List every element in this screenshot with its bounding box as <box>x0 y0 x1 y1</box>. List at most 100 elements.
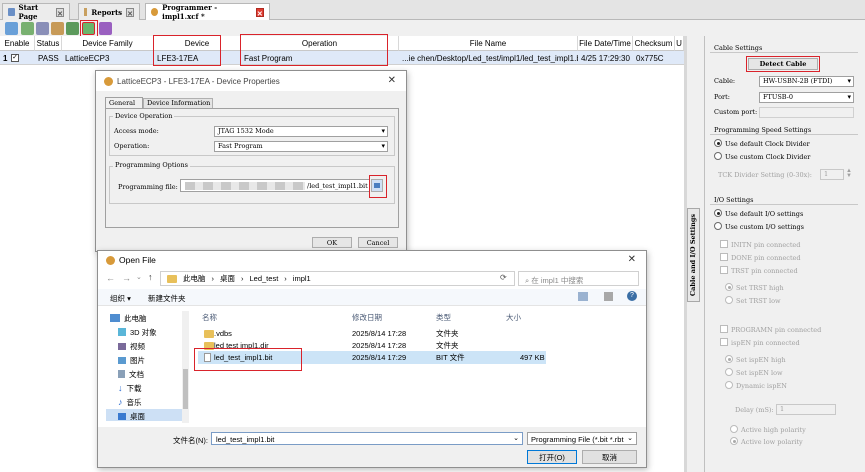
breadcrumb-item[interactable]: 此电脑 <box>183 273 206 284</box>
organize-button[interactable]: 组织 ▾ <box>110 293 131 304</box>
col-device[interactable]: Device <box>154 36 241 51</box>
breadcrumb[interactable]: 此电脑 › 桌面 › Led_test › impl1 <box>160 271 515 286</box>
close-icon[interactable]: ✕ <box>255 7 264 18</box>
radio-active-low[interactable] <box>730 437 738 445</box>
help-icon[interactable]: ? <box>627 291 637 301</box>
radio-ispen-low[interactable] <box>725 368 733 376</box>
device-properties-icon[interactable] <box>82 22 95 35</box>
close-icon[interactable]: ✕ <box>56 7 64 18</box>
breadcrumb-item[interactable]: impl1 <box>293 274 311 283</box>
col-type[interactable]: 类型 <box>436 312 451 323</box>
col-name[interactable]: 名称 <box>202 312 217 323</box>
programmer-icon <box>151 8 159 16</box>
radio-custom-io[interactable] <box>714 222 722 230</box>
cancel-button[interactable]: 取消 <box>582 450 637 464</box>
program-icon[interactable] <box>66 22 79 35</box>
row-file-name[interactable]: ...ie chen/Desktop/Led_test/impl1/led_te… <box>399 52 578 65</box>
new-folder-button[interactable]: 新建文件夹 <box>148 293 186 304</box>
nav-item-3d[interactable]: 3D 对象 <box>106 325 186 339</box>
col-enable[interactable]: Enable <box>0 36 35 51</box>
file-type-select[interactable]: Programming File (*.bit *.rbt ⌄ <box>527 432 637 445</box>
remove-device-icon[interactable] <box>36 22 49 35</box>
ok-button[interactable]: OK <box>312 237 352 248</box>
cancel-button[interactable]: Cancel <box>358 237 398 248</box>
radio-trst-low[interactable] <box>725 296 733 304</box>
programn-checkbox[interactable] <box>720 325 728 333</box>
enable-checkbox[interactable]: ✓ <box>11 54 19 62</box>
edit-device-icon[interactable] <box>51 22 64 35</box>
refresh-icon[interactable]: ⟳ <box>500 273 507 282</box>
preview-pane-icon[interactable] <box>604 292 613 301</box>
radio-dynamic-ispen[interactable] <box>725 381 733 389</box>
breadcrumb-item[interactable]: 桌面 <box>220 273 235 284</box>
operation-select[interactable]: Fast Program <box>214 141 388 152</box>
search-input[interactable]: ⌕ 在 impl1 中搜索 <box>518 271 639 286</box>
spinner-icon[interactable]: ▲ ▼ <box>846 168 852 179</box>
close-icon[interactable]: ✕ <box>126 7 134 18</box>
back-icon[interactable]: ← <box>106 273 115 283</box>
list-item-selected[interactable]: led_test_impl1.bit 2025/8/14 17:29 BIT 文… <box>198 351 546 364</box>
radio-default-io[interactable] <box>714 209 722 217</box>
scan-icon[interactable] <box>5 22 18 35</box>
col-size[interactable]: 大小 <box>506 312 521 323</box>
chevron-down-icon[interactable]: ⌄ <box>136 273 142 281</box>
nav-scrollbar[interactable] <box>182 311 189 423</box>
trst-checkbox[interactable] <box>720 266 728 274</box>
tck-input[interactable]: 1 <box>820 169 844 180</box>
nav-item-video[interactable]: 视频 <box>106 339 186 353</box>
tab-general[interactable]: General <box>105 97 143 108</box>
nav-item-this-pc[interactable]: 此电脑 <box>106 311 186 325</box>
initn-checkbox[interactable] <box>720 240 728 248</box>
tab-cable-io-settings[interactable]: Cable and I/O Settings <box>687 208 700 302</box>
detect-cable-button[interactable]: Detect Cable <box>748 58 818 70</box>
radio-ispen-high[interactable] <box>725 355 733 363</box>
filename-input[interactable]: led_test_impl1.bit ⌄ <box>211 432 523 445</box>
col-checksum[interactable]: Checksum <box>633 36 675 51</box>
lsc-icon[interactable] <box>99 22 112 35</box>
row-device[interactable]: LFE3-17EA <box>154 52 241 65</box>
nav-item-pictures[interactable]: 图片 <box>106 353 186 367</box>
app-icon <box>104 76 113 86</box>
file-list-header: 名称 修改日期 类型 大小 <box>198 311 644 324</box>
cube-icon <box>118 328 126 336</box>
close-icon[interactable]: ✕ <box>628 254 636 265</box>
radio-default-clock[interactable] <box>714 139 722 147</box>
nav-item-desktop[interactable]: 桌面 <box>106 409 186 421</box>
forward-icon[interactable]: → <box>122 273 131 283</box>
open-button[interactable]: 打开(O) <box>527 450 577 464</box>
radio-custom-clock[interactable] <box>714 152 722 160</box>
programming-file-input[interactable]: /led_test_impl1.bit <box>180 179 370 192</box>
col-date[interactable]: 修改日期 <box>352 312 382 323</box>
radio-trst-high[interactable] <box>725 283 733 291</box>
col-operation[interactable]: Operation <box>241 36 399 51</box>
row-operation[interactable]: Fast Program <box>241 52 399 65</box>
col-file-name[interactable]: File Name <box>399 36 578 51</box>
col-file-datetime[interactable]: File Date/Time <box>578 36 633 51</box>
cable-select[interactable]: HW-USBN-2B (FTDI) <box>759 76 854 87</box>
col-status[interactable]: Status <box>35 36 62 51</box>
col-u[interactable]: U <box>675 36 684 51</box>
access-mode-select[interactable]: JTAG 1532 Mode <box>214 126 388 137</box>
custom-port-input[interactable] <box>759 107 854 118</box>
radio-label: Set TRST high <box>736 284 784 292</box>
col-device-family[interactable]: Device Family <box>62 36 154 51</box>
close-icon[interactable]: ✕ <box>388 75 396 86</box>
tab-programmer[interactable]: Programmer - impl1.xcf * ✕ <box>145 3 270 21</box>
nav-item-downloads[interactable]: ↓ 下载 <box>106 381 186 395</box>
tab-reports[interactable]: Reports ✕ <box>78 3 140 20</box>
delay-input[interactable]: 1 <box>776 404 836 415</box>
radio-active-high[interactable] <box>730 425 738 433</box>
radio-label: Set TRST low <box>736 297 781 305</box>
view-icon[interactable] <box>578 292 588 301</box>
tab-start-page[interactable]: Start Page ✕ <box>2 3 70 21</box>
up-icon[interactable]: ↑ <box>148 272 153 282</box>
done-checkbox[interactable] <box>720 253 728 261</box>
add-device-icon[interactable] <box>21 22 34 35</box>
port-select[interactable]: FTUSB-0 <box>759 92 854 103</box>
ispen-checkbox[interactable] <box>720 338 728 346</box>
browse-button[interactable] <box>371 179 383 192</box>
tab-device-information[interactable]: Device Information <box>143 98 213 108</box>
nav-item-documents[interactable]: 文档 <box>106 367 186 381</box>
breadcrumb-item[interactable]: Led_test <box>250 274 279 283</box>
nav-item-music[interactable]: ♪ 音乐 <box>106 395 186 409</box>
